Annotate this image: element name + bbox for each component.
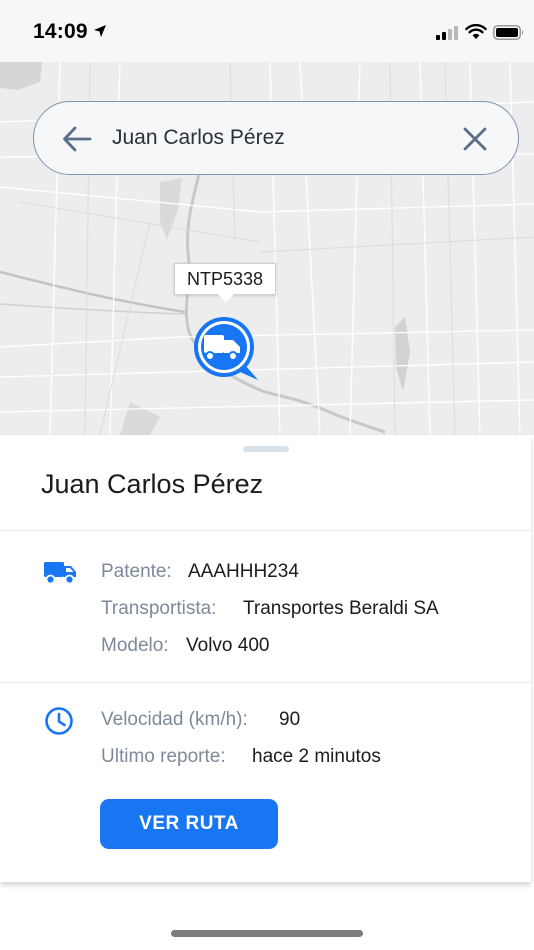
truck-icon [44, 562, 76, 585]
drag-handle[interactable] [243, 446, 289, 452]
divider [0, 682, 531, 683]
home-indicator [171, 930, 363, 937]
search-input[interactable]: Juan Carlos Pérez [112, 126, 285, 150]
patente-value: AAAHHH234 [188, 561, 299, 582]
ultimo-reporte-label: Ultimo reporte: [101, 746, 226, 767]
cellular-signal-icon [436, 26, 458, 40]
ultimo-reporte-value: hace 2 minutos [252, 746, 381, 767]
search-bar[interactable]: Juan Carlos Pérez [33, 101, 519, 175]
modelo-label: Modelo: [101, 635, 169, 656]
callout-pointer [218, 294, 234, 303]
arrow-left-icon[interactable] [62, 125, 92, 153]
transportista-value: Transportes Beraldi SA [243, 598, 439, 619]
patente-label: Patente: [101, 561, 172, 582]
location-arrow-icon [94, 25, 106, 37]
divider [0, 530, 531, 531]
vehicle-detail-sheet: Juan Carlos Pérez Patente: AAAHHH234 Tra… [0, 435, 531, 882]
ver-ruta-button[interactable]: VER RUTA [100, 799, 278, 849]
modelo-value: Volvo 400 [186, 635, 270, 656]
transportista-label: Transportista: [101, 598, 217, 619]
status-time: 14:09 [33, 20, 88, 43]
velocidad-label: Velocidad (km/h): [101, 709, 248, 730]
status-bar: 14:09 [0, 0, 534, 62]
wifi-icon [465, 24, 487, 39]
battery-icon [493, 25, 524, 40]
driver-name-title: Juan Carlos Pérez [41, 469, 264, 499]
vehicle-plate-label: NTP5338 [186, 269, 264, 289]
close-icon[interactable] [462, 126, 488, 152]
truck-location-marker[interactable] [190, 314, 260, 384]
clock-icon [45, 707, 73, 735]
vehicle-plate-callout: NTP5338 [174, 263, 276, 303]
map-view[interactable]: Juan Carlos Pérez NTP5338 [0, 62, 534, 435]
velocidad-value: 90 [279, 709, 301, 730]
